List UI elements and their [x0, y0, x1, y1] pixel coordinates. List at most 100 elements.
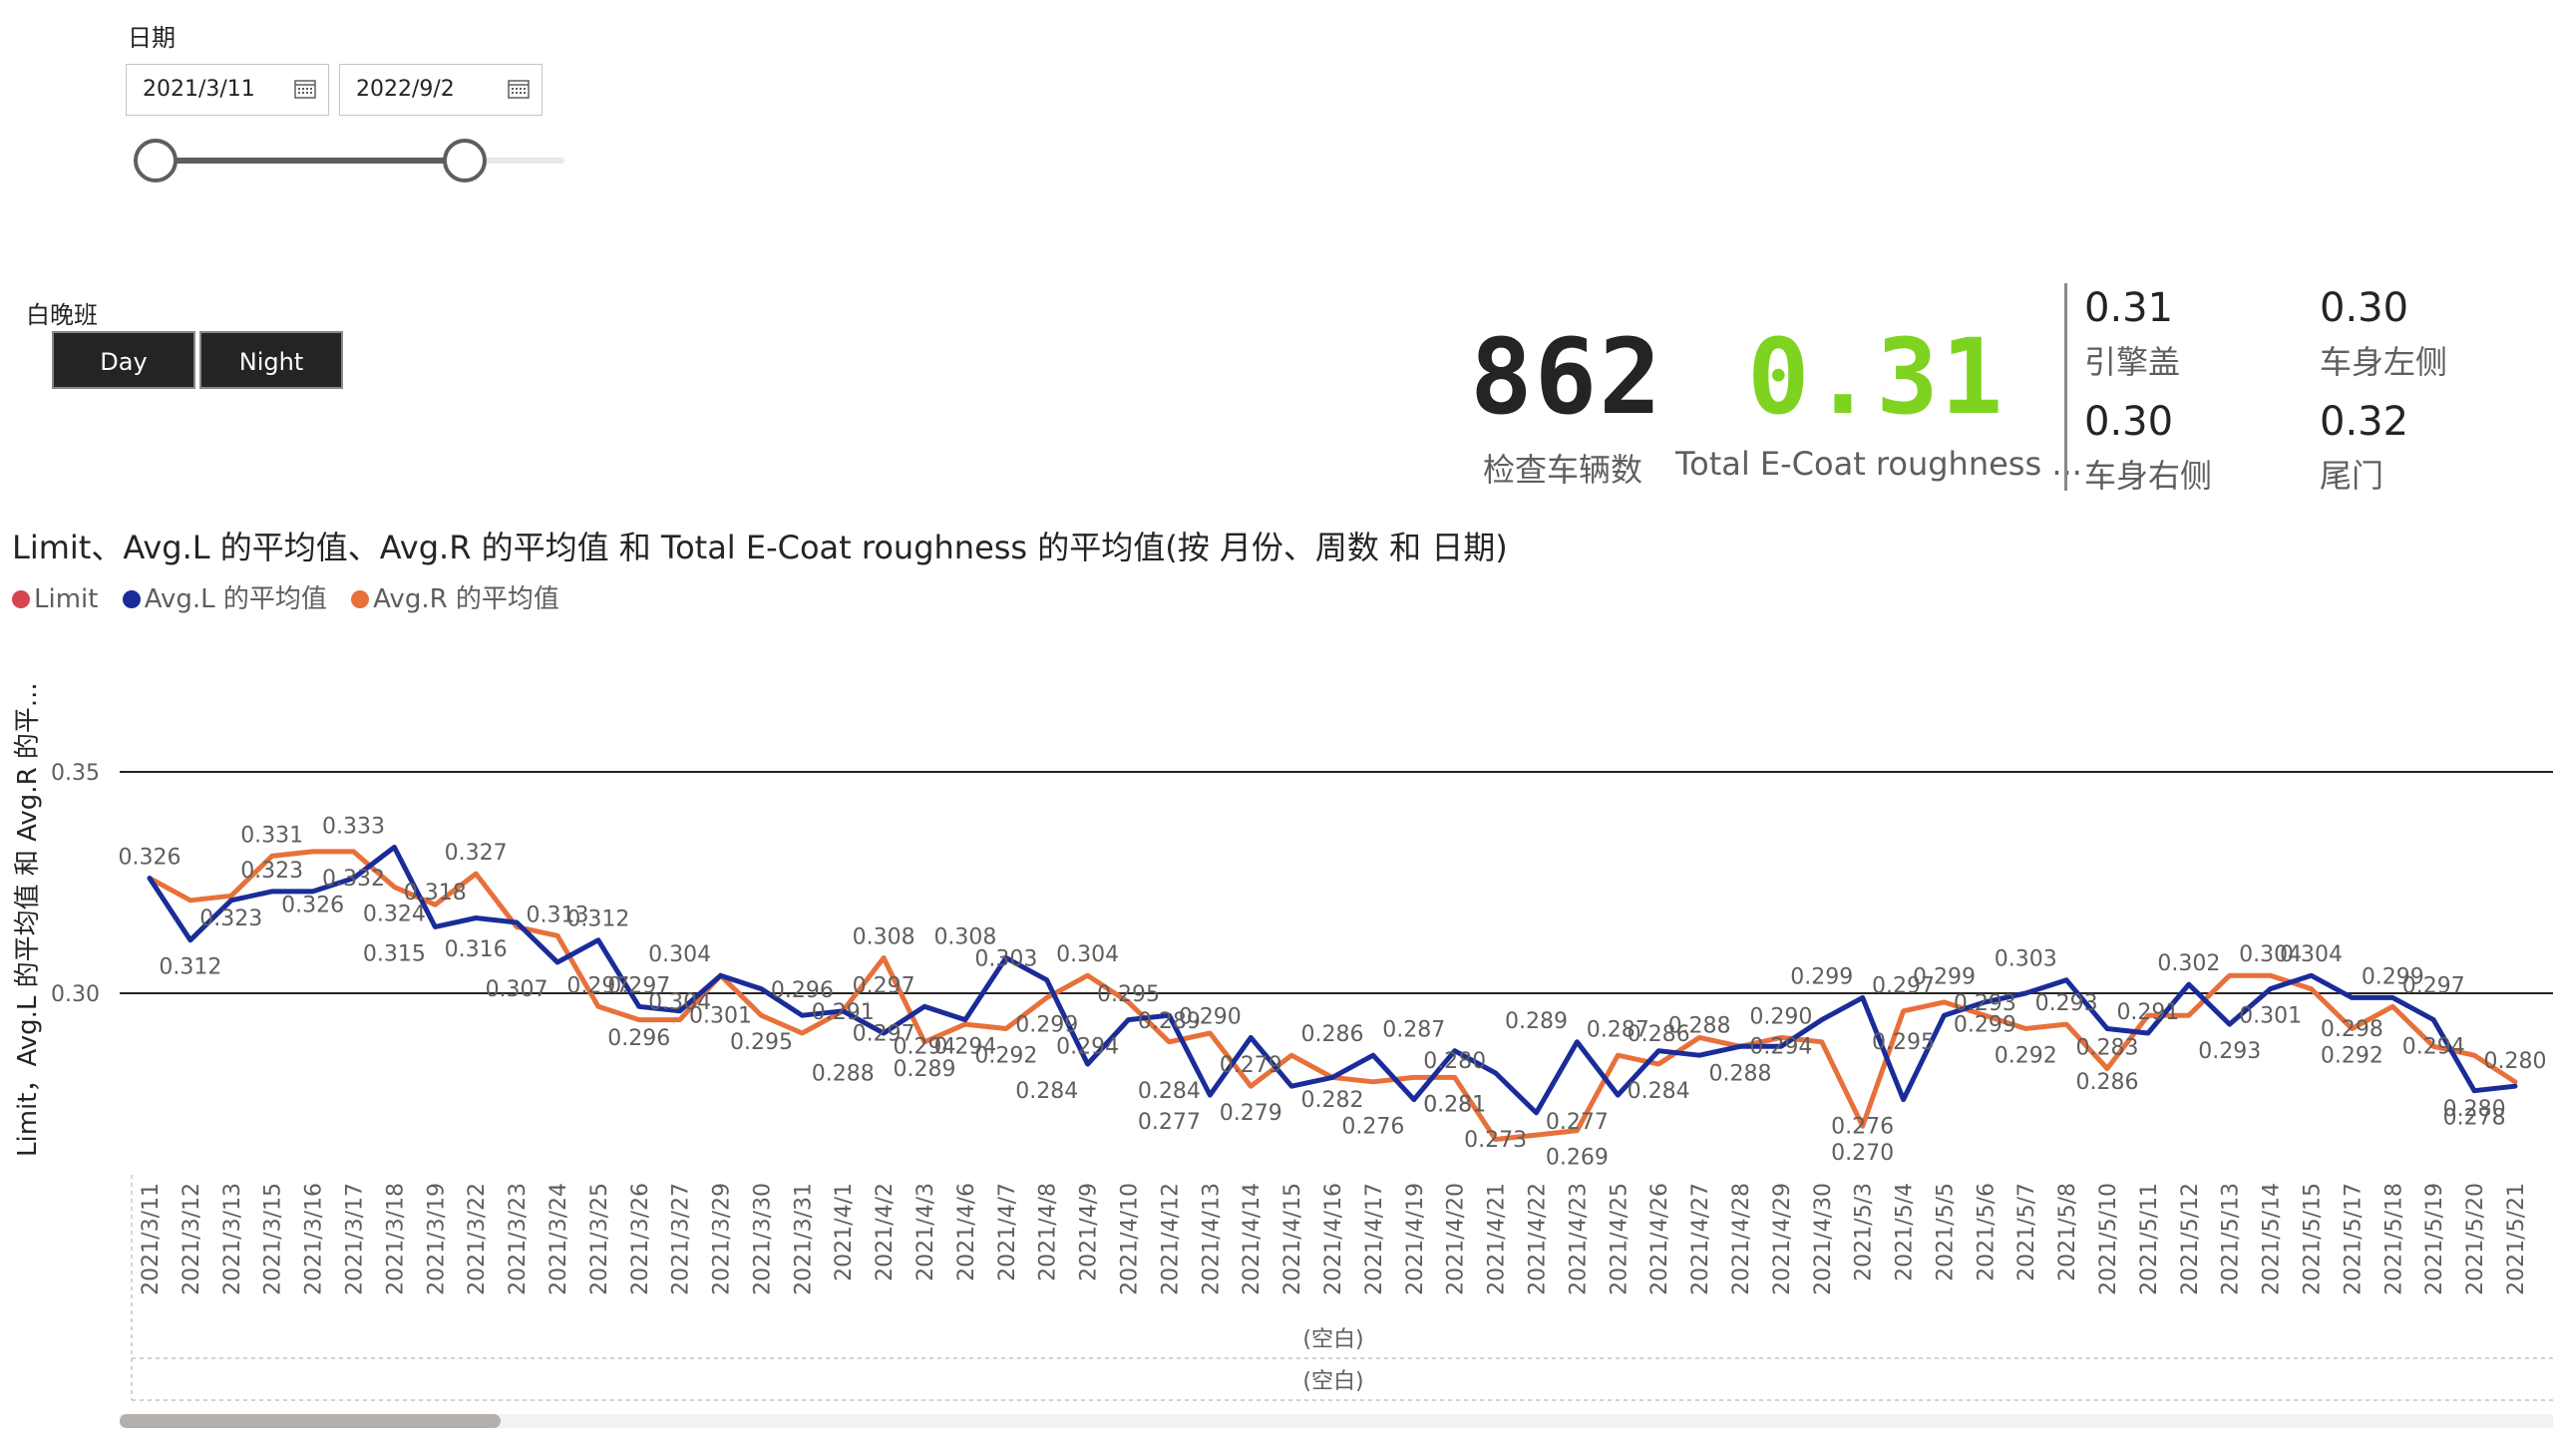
x-tick-label: 2021/5/21 — [2504, 1183, 2529, 1295]
data-label: 0.280 — [1423, 1049, 1486, 1074]
data-label: 0.292 — [1995, 1044, 2057, 1069]
data-label: 0.296 — [607, 1026, 670, 1051]
x-tick-label: 2021/4/27 — [1688, 1183, 1713, 1295]
data-label: 0.284 — [1628, 1079, 1690, 1104]
x-tick-label: 2021/5/19 — [2422, 1183, 2447, 1295]
line-chart: 0.300.35 0.3260.3120.3230.3310.3230.3260… — [13, 682, 2553, 1428]
x-tick-label: 2021/4/1 — [832, 1183, 857, 1281]
data-label: 0.326 — [281, 894, 344, 918]
x-tick-label: 2021/3/24 — [547, 1183, 571, 1295]
data-label: 0.299 — [1913, 964, 1976, 989]
x-tick-label: 2021/5/11 — [2137, 1183, 2162, 1295]
data-label: 0.308 — [853, 924, 915, 949]
data-label: 0.280 — [2484, 1049, 2547, 1074]
x-tick-label: 2021/3/31 — [791, 1183, 816, 1295]
data-label: 0.284 — [1138, 1079, 1201, 1104]
data-label: 0.316 — [445, 937, 508, 962]
data-label: 0.292 — [2321, 1044, 2383, 1069]
x-tick-label: 2021/3/18 — [383, 1183, 408, 1295]
x-tick-label: 2021/4/3 — [913, 1183, 938, 1281]
data-label: 0.323 — [240, 859, 303, 884]
data-label: 0.324 — [363, 902, 426, 926]
x-tick-label: 2021/3/15 — [261, 1183, 286, 1295]
data-label: 0.283 — [2076, 1035, 2139, 1060]
x-tick-label: 2021/4/15 — [1280, 1183, 1305, 1295]
data-label: 0.304 — [2280, 942, 2343, 967]
data-label: 0.295 — [1097, 982, 1160, 1007]
x-tick-label: 2021/5/5 — [1933, 1183, 1958, 1281]
x-tick-label: 2021/5/20 — [2463, 1183, 2488, 1295]
x-tick-label: 2021/4/26 — [1647, 1183, 1672, 1295]
data-label: 0.269 — [1546, 1146, 1609, 1171]
x-tick-label: 2021/3/11 — [139, 1183, 164, 1295]
x-tick-label: 2021/4/8 — [1036, 1183, 1061, 1281]
data-label: 0.304 — [1056, 942, 1119, 967]
data-label: 0.299 — [1954, 1012, 2016, 1037]
data-label: 0.294 — [2402, 1035, 2465, 1060]
data-label: 0.294 — [1056, 1035, 1119, 1060]
y-tick-label: 0.35 — [51, 761, 100, 786]
data-label: 0.297 — [853, 973, 915, 998]
data-label: 0.304 — [648, 942, 711, 967]
data-label: 0.286 — [2076, 1070, 2139, 1095]
data-label: 0.277 — [1546, 1110, 1609, 1135]
x-tick-label: 2021/4/30 — [1811, 1183, 1836, 1295]
x-tick-label: 2021/5/12 — [2178, 1183, 2203, 1295]
x-tick-label: 2021/4/21 — [1485, 1183, 1510, 1295]
group-label-blank: (空白) — [1302, 1327, 1363, 1352]
horizontal-scrollbar-thumb[interactable] — [120, 1414, 501, 1428]
data-label: 0.279 — [1220, 1101, 1282, 1126]
data-label: 0.273 — [1464, 1128, 1527, 1153]
x-tick-label: 2021/3/26 — [628, 1183, 653, 1295]
data-label: 0.281 — [1423, 1092, 1486, 1117]
x-tick-label: 2021/4/2 — [873, 1183, 898, 1281]
data-label: 0.289 — [894, 1057, 956, 1082]
x-tick-label: 2021/4/10 — [1118, 1183, 1143, 1295]
data-label: 0.332 — [322, 867, 385, 892]
x-tick-label: 2021/4/28 — [1729, 1183, 1754, 1295]
x-tick-label: 2021/3/25 — [587, 1183, 612, 1295]
x-tick-label: 2021/3/12 — [180, 1183, 204, 1295]
data-label: 0.303 — [974, 947, 1037, 972]
x-tick-label: 2021/4/19 — [1403, 1183, 1428, 1295]
y-tick-label: 0.30 — [51, 982, 100, 1007]
data-label: 0.315 — [363, 941, 426, 966]
x-tick-label: 2021/5/4 — [1893, 1183, 1918, 1281]
x-tick-label: 2021/4/20 — [1444, 1183, 1469, 1295]
x-tick-label: 2021/4/29 — [1770, 1183, 1795, 1295]
data-label: 0.292 — [974, 1044, 1037, 1069]
x-tick-label: 2021/3/17 — [343, 1183, 368, 1295]
data-label: 0.288 — [1668, 1013, 1731, 1038]
y-axis-title: Limit，Avg.L 的平均值 和 Avg.R 的平... — [13, 682, 43, 1157]
data-label: 0.295 — [1872, 1030, 1935, 1055]
data-label: 0.279 — [1220, 1053, 1282, 1078]
x-tick-label: 2021/5/14 — [2260, 1183, 2285, 1295]
data-label: 0.331 — [240, 823, 303, 848]
x-tick-label: 2021/5/3 — [1852, 1183, 1877, 1281]
data-label: 0.323 — [199, 907, 262, 931]
x-tick-label: 2021/4/22 — [1526, 1183, 1551, 1295]
data-label: 0.278 — [2443, 1106, 2506, 1131]
x-tick-label: 2021/5/7 — [2014, 1183, 2039, 1281]
data-label: 0.288 — [812, 1061, 875, 1086]
data-label: 0.270 — [1831, 1141, 1894, 1166]
x-tick-label: 2021/3/23 — [506, 1183, 531, 1295]
x-tick-label: 2021/3/27 — [669, 1183, 694, 1295]
x-tick-label: 2021/5/13 — [2219, 1183, 2244, 1295]
x-tick-label: 2021/3/19 — [424, 1183, 449, 1295]
data-label: 0.299 — [1790, 964, 1853, 989]
data-label: 0.276 — [1341, 1115, 1404, 1140]
data-label: 0.294 — [1749, 1035, 1812, 1060]
x-tick-label: 2021/3/16 — [302, 1183, 327, 1295]
x-tick-label: 2021/4/14 — [1240, 1183, 1265, 1295]
data-label: 0.295 — [730, 1030, 793, 1055]
data-label: 0.312 — [566, 908, 629, 932]
data-label: 0.301 — [689, 1004, 752, 1029]
x-tick-label: 2021/5/17 — [2341, 1183, 2366, 1295]
x-tick-label: 2021/4/6 — [954, 1183, 979, 1281]
data-label: 0.327 — [445, 841, 508, 866]
data-label: 0.284 — [1015, 1079, 1078, 1104]
x-tick-label: 2021/5/15 — [2301, 1183, 2326, 1295]
x-tick-label: 2021/5/6 — [1974, 1183, 1999, 1281]
data-label: 0.282 — [1301, 1088, 1364, 1113]
